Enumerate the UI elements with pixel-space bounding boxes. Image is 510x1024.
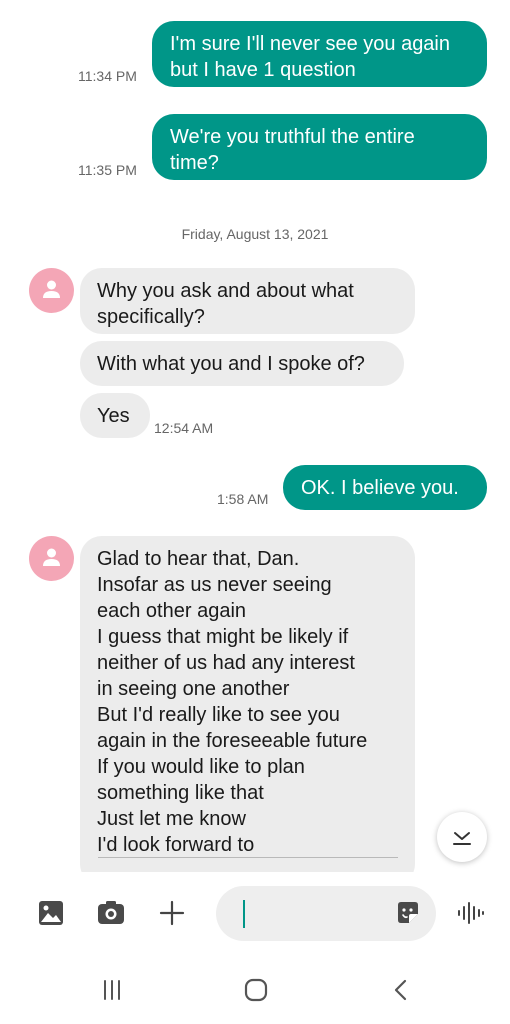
back-button[interactable] bbox=[389, 978, 413, 1007]
contact-avatar[interactable] bbox=[29, 268, 74, 313]
incoming-message[interactable]: Yes bbox=[80, 393, 150, 438]
voice-icon bbox=[458, 902, 484, 924]
recent-apps-button[interactable] bbox=[100, 978, 124, 1007]
message-timestamp: 11:34 PM bbox=[78, 68, 137, 84]
contact-avatar[interactable] bbox=[29, 536, 74, 581]
message-line: Just let me know bbox=[97, 808, 246, 830]
chevron-down-icon bbox=[453, 832, 471, 845]
sticker-button[interactable] bbox=[395, 900, 421, 931]
message-input[interactable] bbox=[248, 898, 392, 932]
message-timestamp: 12:54 AM bbox=[154, 420, 214, 436]
gallery-button[interactable] bbox=[38, 900, 64, 931]
message-line: I'd look forward to bbox=[97, 834, 255, 856]
home-button[interactable] bbox=[243, 977, 269, 1008]
text-cursor bbox=[243, 900, 245, 928]
gallery-icon bbox=[39, 901, 63, 925]
message-line: Insofar as us never seeing bbox=[97, 574, 332, 596]
home-icon bbox=[244, 978, 268, 1002]
scroll-to-bottom-button[interactable] bbox=[437, 812, 487, 862]
sticker-icon bbox=[398, 902, 418, 923]
add-attachment-button[interactable] bbox=[158, 899, 186, 932]
message-line: If you would like to plan bbox=[97, 756, 305, 778]
voice-record-button[interactable] bbox=[457, 901, 485, 930]
message-line: I guess that might be likely if bbox=[97, 626, 349, 648]
outgoing-message[interactable]: We're you truthful the entire time? bbox=[152, 114, 487, 180]
outgoing-message[interactable]: OK. I believe you. bbox=[283, 465, 487, 510]
camera-button[interactable] bbox=[97, 900, 125, 931]
message-line: Glad to hear that, Dan. bbox=[97, 548, 300, 570]
message-divider bbox=[98, 857, 398, 858]
plus-icon bbox=[159, 900, 185, 926]
incoming-message[interactable]: With what you and I spoke of? bbox=[80, 341, 404, 386]
recent-apps-icon bbox=[104, 980, 120, 1000]
message-line: each other again bbox=[97, 600, 247, 622]
message-line: But I'd really like to see you bbox=[97, 704, 340, 726]
incoming-message[interactable]: Why you ask and about what specifically? bbox=[80, 268, 415, 334]
outgoing-message[interactable]: I'm sure I'll never see you again but I … bbox=[152, 21, 487, 87]
back-icon bbox=[394, 979, 407, 1001]
message-timestamp: 11:35 PM bbox=[78, 162, 137, 178]
person-icon bbox=[43, 280, 60, 298]
conversation-area[interactable]: 11:34 PM I'm sure I'll never see you aga… bbox=[0, 0, 510, 872]
date-separator: Friday, August 13, 2021 bbox=[181, 226, 329, 242]
message-line: something like that bbox=[97, 782, 264, 804]
camera-icon bbox=[98, 901, 124, 924]
message-line: in seeing one another bbox=[97, 678, 290, 700]
incoming-message-long[interactable]: Glad to hear that, Dan. Insofar as us ne… bbox=[80, 536, 415, 872]
message-line: again in the foreseeable future bbox=[97, 730, 368, 752]
message-timestamp: 1:58 AM bbox=[217, 491, 269, 507]
message-line: neither of us had any interest bbox=[97, 652, 355, 674]
person-icon bbox=[43, 548, 60, 566]
